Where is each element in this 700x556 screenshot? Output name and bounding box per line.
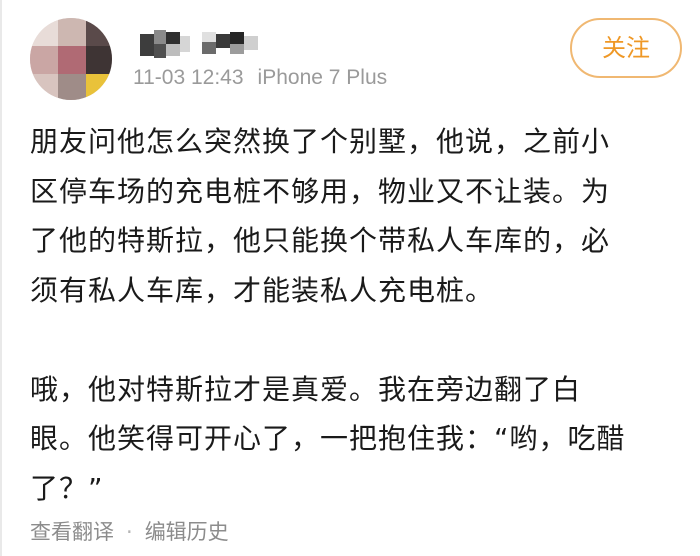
follow-button[interactable]: 关注 <box>570 18 682 78</box>
translate-link[interactable]: 查看翻译 <box>30 520 114 544</box>
post-text-line: 须有私人车库，才能装私人充电桩。 <box>30 273 495 307</box>
username-pixel <box>202 32 216 42</box>
username-pixel <box>140 34 154 56</box>
username-pixel <box>230 32 244 44</box>
username-pixel <box>244 36 258 50</box>
post-text-line: 了他的特斯拉，他只能换个带私人车库的，必 <box>30 224 611 257</box>
username-pixel <box>154 44 166 58</box>
left-divider <box>0 0 2 556</box>
avatar[interactable] <box>30 18 112 100</box>
username-pixel <box>202 42 216 54</box>
post-paragraph: 朋友问他怎么突然换了个别墅，他说，之前小 区停车场的充电桩不够用，物业又不让装。… <box>30 117 680 315</box>
avatar-pixel <box>30 74 58 100</box>
post-device: iPhone 7 Plus <box>257 66 388 89</box>
post-meta: 11-03 12:43 iPhone 7 Plus <box>133 66 387 90</box>
avatar-pixel <box>58 74 86 100</box>
username-redacted[interactable] <box>140 30 265 58</box>
post-text-line: 朋友问他怎么突然换了个别墅，他说，之前小 <box>30 125 611 158</box>
avatar-pixel <box>86 46 112 74</box>
username-pixel <box>154 30 166 44</box>
username-pixel <box>230 44 244 54</box>
footer-separator: · <box>126 520 133 544</box>
post-text-line: 了？” <box>30 471 104 505</box>
post-text-line: 哦，他对特斯拉才是真爱。我在旁边翻了白 <box>30 372 582 406</box>
avatar-pixel <box>86 74 112 100</box>
post-text-line: 眼。他笑得可开心了，一把抱住我：“哟，吃醋 <box>30 422 626 455</box>
avatar-pixel <box>58 46 86 74</box>
post-footer: 查看翻译 · 编辑历史 <box>30 516 229 546</box>
username-pixel <box>180 36 190 52</box>
avatar-pixel <box>86 18 112 46</box>
post-content: 朋友问他怎么突然换了个别墅，他说，之前小 区停车场的充电桩不够用，物业又不让装。… <box>30 117 680 513</box>
post-text-line: 区停车场的充电桩不够用，物业又不让装。为 <box>30 174 611 208</box>
avatar-pixel <box>58 18 86 46</box>
username-pixel <box>166 44 180 56</box>
post-card: 11-03 12:43 iPhone 7 Plus 关注 朋友问他怎么突然换了个别… <box>0 0 700 556</box>
avatar-pixel <box>30 18 58 46</box>
username-pixel <box>216 34 230 48</box>
edit-history-link[interactable]: 编辑历史 <box>145 520 229 544</box>
avatar-pixel <box>30 46 58 74</box>
post-paragraph: 哦，他对特斯拉才是真爱。我在旁边翻了白 眼。他笑得可开心了，一把抱住我：“哟，吃… <box>30 365 680 514</box>
username-pixel <box>166 32 180 44</box>
post-timestamp: 11-03 12:43 <box>133 66 244 89</box>
